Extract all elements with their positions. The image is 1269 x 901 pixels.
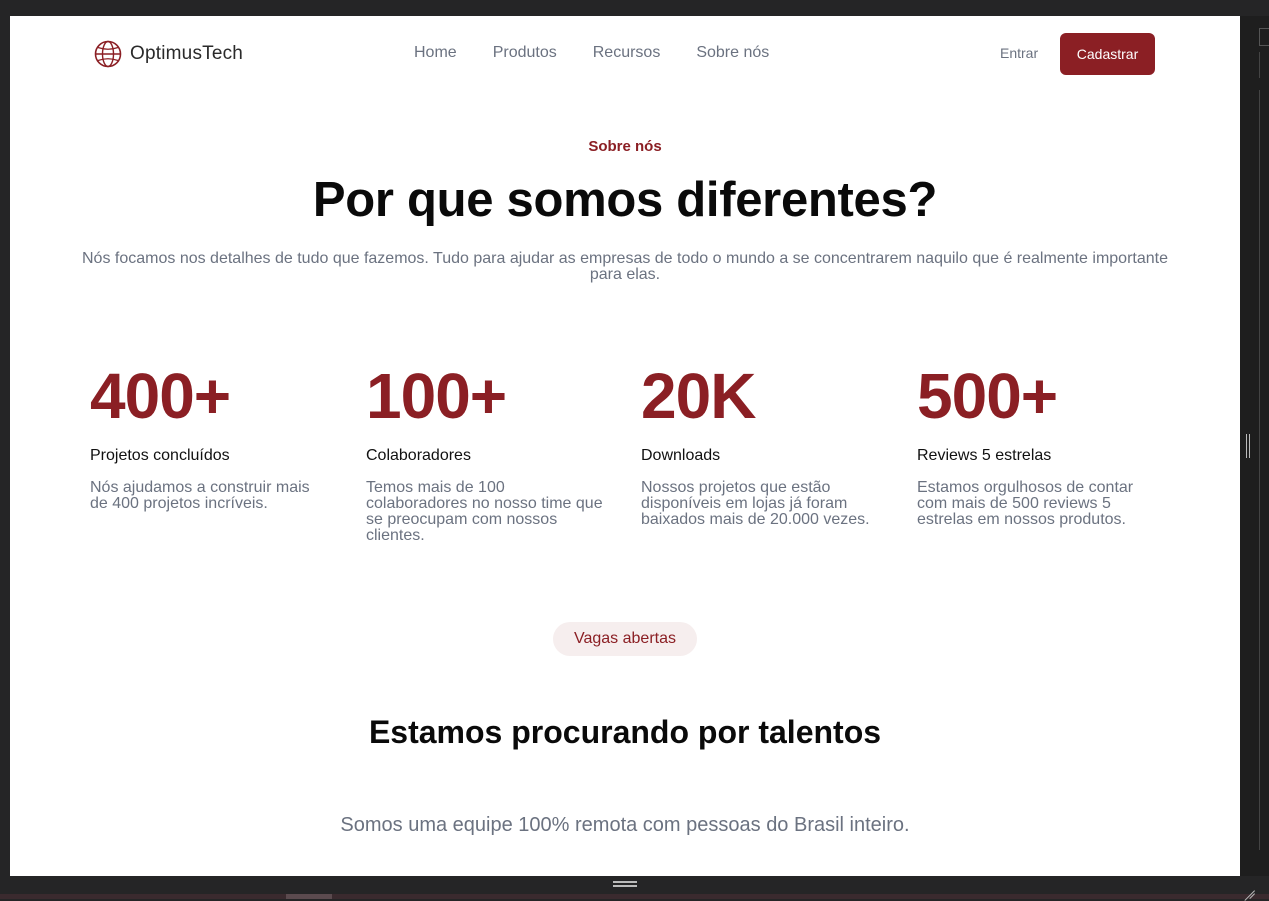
- stat-card: 400+ Projetos concluídos Nós ajudamos a …: [90, 360, 330, 512]
- stat-description: Temos mais de 100 colaboradores no nosso…: [366, 479, 603, 544]
- login-link[interactable]: Entrar: [1000, 45, 1038, 61]
- stat-description: Nossos projetos que estão disponíveis em…: [641, 479, 870, 528]
- gutter-line-indicator: [1259, 52, 1269, 78]
- stat-description: Nós ajudamos a construir mais de 400 pro…: [90, 479, 310, 512]
- careers-title: Estamos procurando por talentos: [368, 714, 882, 750]
- section-eyebrow: Sobre nós: [588, 138, 662, 155]
- vertical-resize-handle[interactable]: [1246, 434, 1250, 458]
- gutter-scroll-track: [1259, 90, 1269, 850]
- section-lead: Nós focamos nos detalhes de tudo que faz…: [82, 250, 1168, 283]
- brand-logo[interactable]: OptimusTech: [94, 40, 243, 68]
- stat-label: Downloads: [641, 447, 721, 464]
- stat-card: 100+ Colaboradores Temos mais de 100 col…: [366, 360, 606, 544]
- section-title: Por que somos diferentes?: [312, 173, 938, 227]
- careers-text: Somos uma equipe 100% remota com pessoas…: [340, 814, 910, 836]
- stat-value: 100+: [366, 360, 507, 432]
- resize-grip-icon[interactable]: [1243, 879, 1255, 891]
- brand-name: OptimusTech: [130, 43, 244, 64]
- gutter-tab-indicator: [1259, 28, 1269, 46]
- stat-card: 20K Downloads Nossos projetos que estão …: [641, 360, 881, 528]
- page-viewport: OptimusTech Home Produtos Recursos Sobre…: [10, 16, 1240, 876]
- careers-badge: Vagas abertas: [553, 622, 697, 656]
- horizontal-scrollbar[interactable]: [0, 894, 1269, 899]
- main-nav: Home Produtos Recursos Sobre nós: [414, 44, 805, 62]
- stat-label: Projetos concluídos: [90, 447, 230, 464]
- stat-value: 500+: [917, 360, 1058, 432]
- stat-label: Reviews 5 estrelas: [917, 447, 1052, 464]
- stat-value: 400+: [90, 360, 231, 432]
- stat-card: 500+ Reviews 5 estrelas Estamos orgulhos…: [917, 360, 1157, 528]
- nav-link-home[interactable]: Home: [414, 44, 457, 62]
- stat-label: Colaboradores: [366, 447, 471, 464]
- stat-value: 20K: [641, 360, 756, 432]
- site-header: OptimusTech Home Produtos Recursos Sobre…: [10, 16, 1240, 92]
- window-top-bar: [0, 0, 1269, 16]
- globe-icon: [94, 40, 122, 68]
- nav-link-produtos[interactable]: Produtos: [493, 44, 557, 62]
- nav-link-recursos[interactable]: Recursos: [593, 44, 661, 62]
- stat-description: Estamos orgulhosos de contar com mais de…: [917, 479, 1134, 528]
- horizontal-resize-handle[interactable]: [613, 881, 637, 887]
- scrollbar-thumb[interactable]: [286, 894, 332, 899]
- nav-link-sobre-nos[interactable]: Sobre nós: [696, 44, 769, 62]
- signup-button[interactable]: Cadastrar: [1060, 33, 1155, 75]
